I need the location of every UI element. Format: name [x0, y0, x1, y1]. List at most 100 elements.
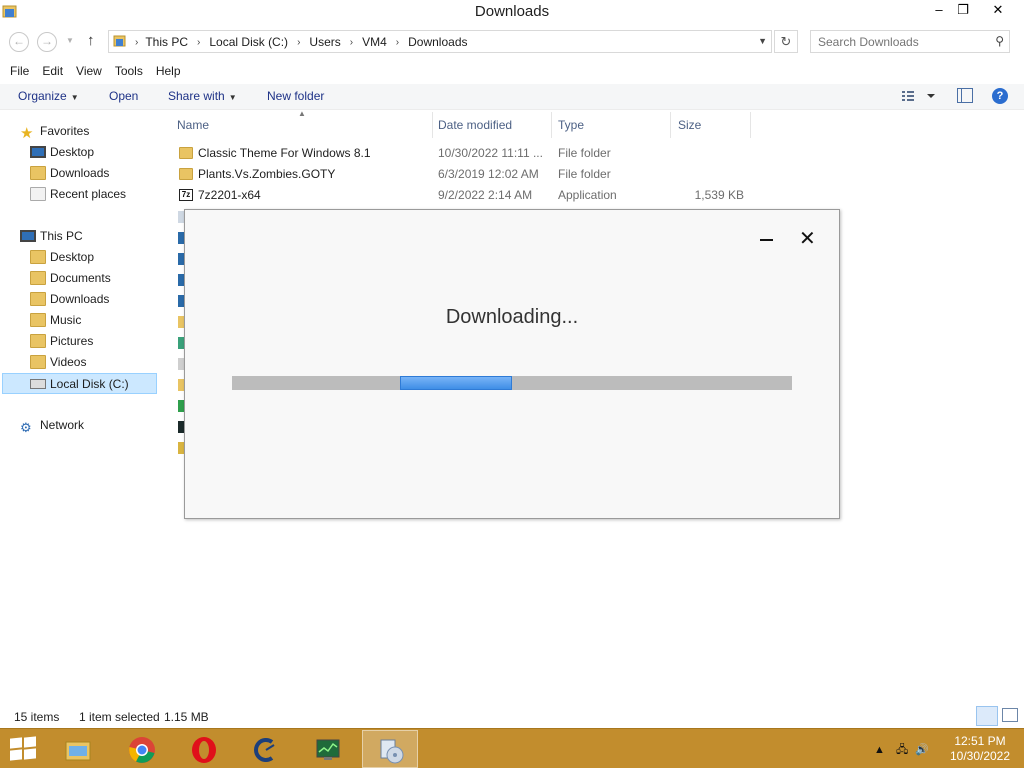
chevron-right-icon[interactable]: › — [135, 37, 138, 48]
chevron-right-icon[interactable]: › — [350, 37, 353, 48]
item-count: 15 items — [14, 710, 60, 724]
folder-icon — [113, 35, 126, 47]
desktop-icon — [30, 145, 46, 158]
nav-music[interactable]: Music — [30, 310, 81, 331]
progress-fill — [400, 376, 512, 390]
breadcrumb-local-disk[interactable]: Local Disk (C:) — [209, 35, 288, 49]
file-row[interactable]: 7z 7z2201-x64 9/2/2022 2:14 AM Applicati… — [176, 185, 756, 206]
back-button[interactable]: ← — [9, 32, 29, 52]
open-button[interactable]: Open — [109, 89, 138, 103]
task-manager-icon — [316, 739, 340, 760]
drive-icon — [30, 378, 46, 389]
nav-this-pc-downloads[interactable]: Downloads — [30, 289, 109, 310]
menu-edit[interactable]: Edit — [32, 60, 63, 82]
large-icons-view-button[interactable] — [1002, 708, 1018, 722]
nav-favorites-downloads[interactable]: Downloads — [30, 163, 109, 184]
chevron-right-icon[interactable]: › — [297, 37, 300, 48]
volume-icon[interactable]: 🔊 — [915, 744, 929, 756]
breadcrumb-vm4[interactable]: VM4 — [362, 35, 387, 49]
column-divider[interactable] — [750, 112, 751, 138]
ccleaner-icon — [254, 738, 275, 762]
breadcrumb-downloads[interactable]: Downloads — [408, 35, 467, 49]
chevron-right-icon[interactable]: › — [197, 37, 200, 48]
chevron-down-icon: ▼ — [70, 93, 79, 102]
column-divider[interactable] — [551, 112, 552, 138]
nav-network[interactable]: ⚙ Network — [20, 415, 84, 436]
taskbar-chrome[interactable] — [114, 730, 170, 768]
clock[interactable]: 12:51 PM 10/30/2022 — [940, 734, 1020, 764]
column-date-modified[interactable]: Date modified — [438, 118, 512, 132]
search-input[interactable] — [811, 31, 986, 52]
recent-locations-dropdown[interactable]: ▼ — [66, 36, 74, 45]
taskbar-opera[interactable] — [176, 730, 232, 768]
up-button[interactable]: ↑ — [87, 32, 95, 49]
nav-favorites[interactable]: ★ Favorites — [20, 121, 89, 142]
clock-date: 10/30/2022 — [949, 749, 1011, 763]
forward-button[interactable]: → — [37, 32, 57, 52]
refresh-button[interactable]: ↻ — [774, 30, 798, 53]
chevron-down-icon[interactable]: ▼ — [758, 36, 767, 46]
title-bar: Downloads – ❐ ✕ — [0, 0, 1024, 24]
breadcrumb-this-pc[interactable]: This PC — [145, 35, 188, 49]
window-title: Downloads — [474, 3, 550, 20]
help-icon[interactable]: ? — [992, 88, 1008, 104]
menu-file[interactable]: File — [0, 60, 29, 82]
breadcrumb-users[interactable]: Users — [309, 35, 340, 49]
installer-icon — [380, 739, 404, 764]
column-type[interactable]: Type — [558, 118, 584, 132]
search-box[interactable]: ⚲ — [810, 30, 1010, 53]
menu-view[interactable]: View — [66, 60, 102, 82]
menu-tools[interactable]: Tools — [105, 60, 143, 82]
nav-favorites-desktop[interactable]: Desktop — [30, 142, 94, 163]
folder-icon — [30, 291, 46, 306]
new-folder-button[interactable]: New folder — [267, 89, 324, 103]
opera-icon — [192, 737, 216, 763]
recent-places-icon — [30, 186, 46, 201]
taskbar-installer[interactable] — [362, 730, 418, 768]
nav-local-disk[interactable]: Local Disk (C:) — [2, 373, 157, 394]
nav-recent-places[interactable]: Recent places — [30, 184, 126, 205]
organize-button[interactable]: Organize ▼ — [18, 89, 79, 103]
system-tray: ▲ 🖧 🔊 — [874, 741, 929, 760]
network-icon[interactable]: 🖧 — [896, 744, 908, 756]
start-button[interactable] — [10, 736, 40, 762]
dialog-minimize-button[interactable] — [757, 232, 777, 248]
chevron-right-icon[interactable]: › — [396, 37, 399, 48]
show-hidden-icons[interactable]: ▲ — [874, 744, 885, 756]
file-row[interactable]: Classic Theme For Windows 8.1 10/30/2022… — [176, 143, 756, 164]
column-divider[interactable] — [432, 112, 433, 138]
close-button[interactable]: ✕ — [974, 0, 1022, 22]
folder-icon — [30, 312, 46, 327]
folder-icon — [30, 270, 46, 285]
nav-videos[interactable]: Videos — [30, 352, 86, 373]
nav-this-pc[interactable]: This PC — [20, 226, 83, 247]
taskbar-ccleaner[interactable] — [238, 730, 294, 768]
status-bar: 15 items 1 item selected 1.15 MB — [0, 706, 1024, 728]
search-icon[interactable]: ⚲ — [995, 34, 1004, 48]
address-bar[interactable]: › This PC › Local Disk (C:) › Users › VM… — [108, 30, 772, 53]
folder-icon — [30, 354, 46, 369]
selection-count: 1 item selected — [79, 710, 160, 724]
taskbar: ▲ 🖧 🔊 12:51 PM 10/30/2022 — [0, 728, 1024, 768]
taskbar-file-explorer[interactable] — [50, 730, 106, 768]
nav-this-pc-desktop[interactable]: Desktop — [30, 247, 94, 268]
file-row[interactable]: Plants.Vs.Zombies.GOTY 6/3/2019 12:02 AM… — [176, 164, 756, 185]
folder-icon — [179, 147, 193, 159]
nav-pictures[interactable]: Pictures — [30, 331, 93, 352]
downloads-folder-icon — [30, 165, 46, 180]
nav-documents[interactable]: Documents — [30, 268, 111, 289]
column-divider[interactable] — [670, 112, 671, 138]
dialog-close-button[interactable]: ✕ — [799, 229, 816, 249]
dialog-message: Downloading... — [445, 306, 579, 328]
column-name[interactable]: Name — [177, 118, 209, 132]
change-view-button[interactable] — [900, 88, 940, 107]
folder-icon — [30, 249, 46, 264]
download-dialog: ✕ Downloading... — [184, 209, 840, 519]
column-size[interactable]: Size — [678, 118, 701, 132]
preview-pane-icon[interactable] — [957, 88, 973, 103]
sort-arrow-icon: ▲ — [298, 109, 306, 118]
taskbar-task-manager[interactable] — [300, 730, 356, 768]
menu-help[interactable]: Help — [146, 60, 181, 82]
share-with-button[interactable]: Share with ▼ — [168, 89, 237, 103]
details-view-button[interactable] — [976, 706, 998, 726]
